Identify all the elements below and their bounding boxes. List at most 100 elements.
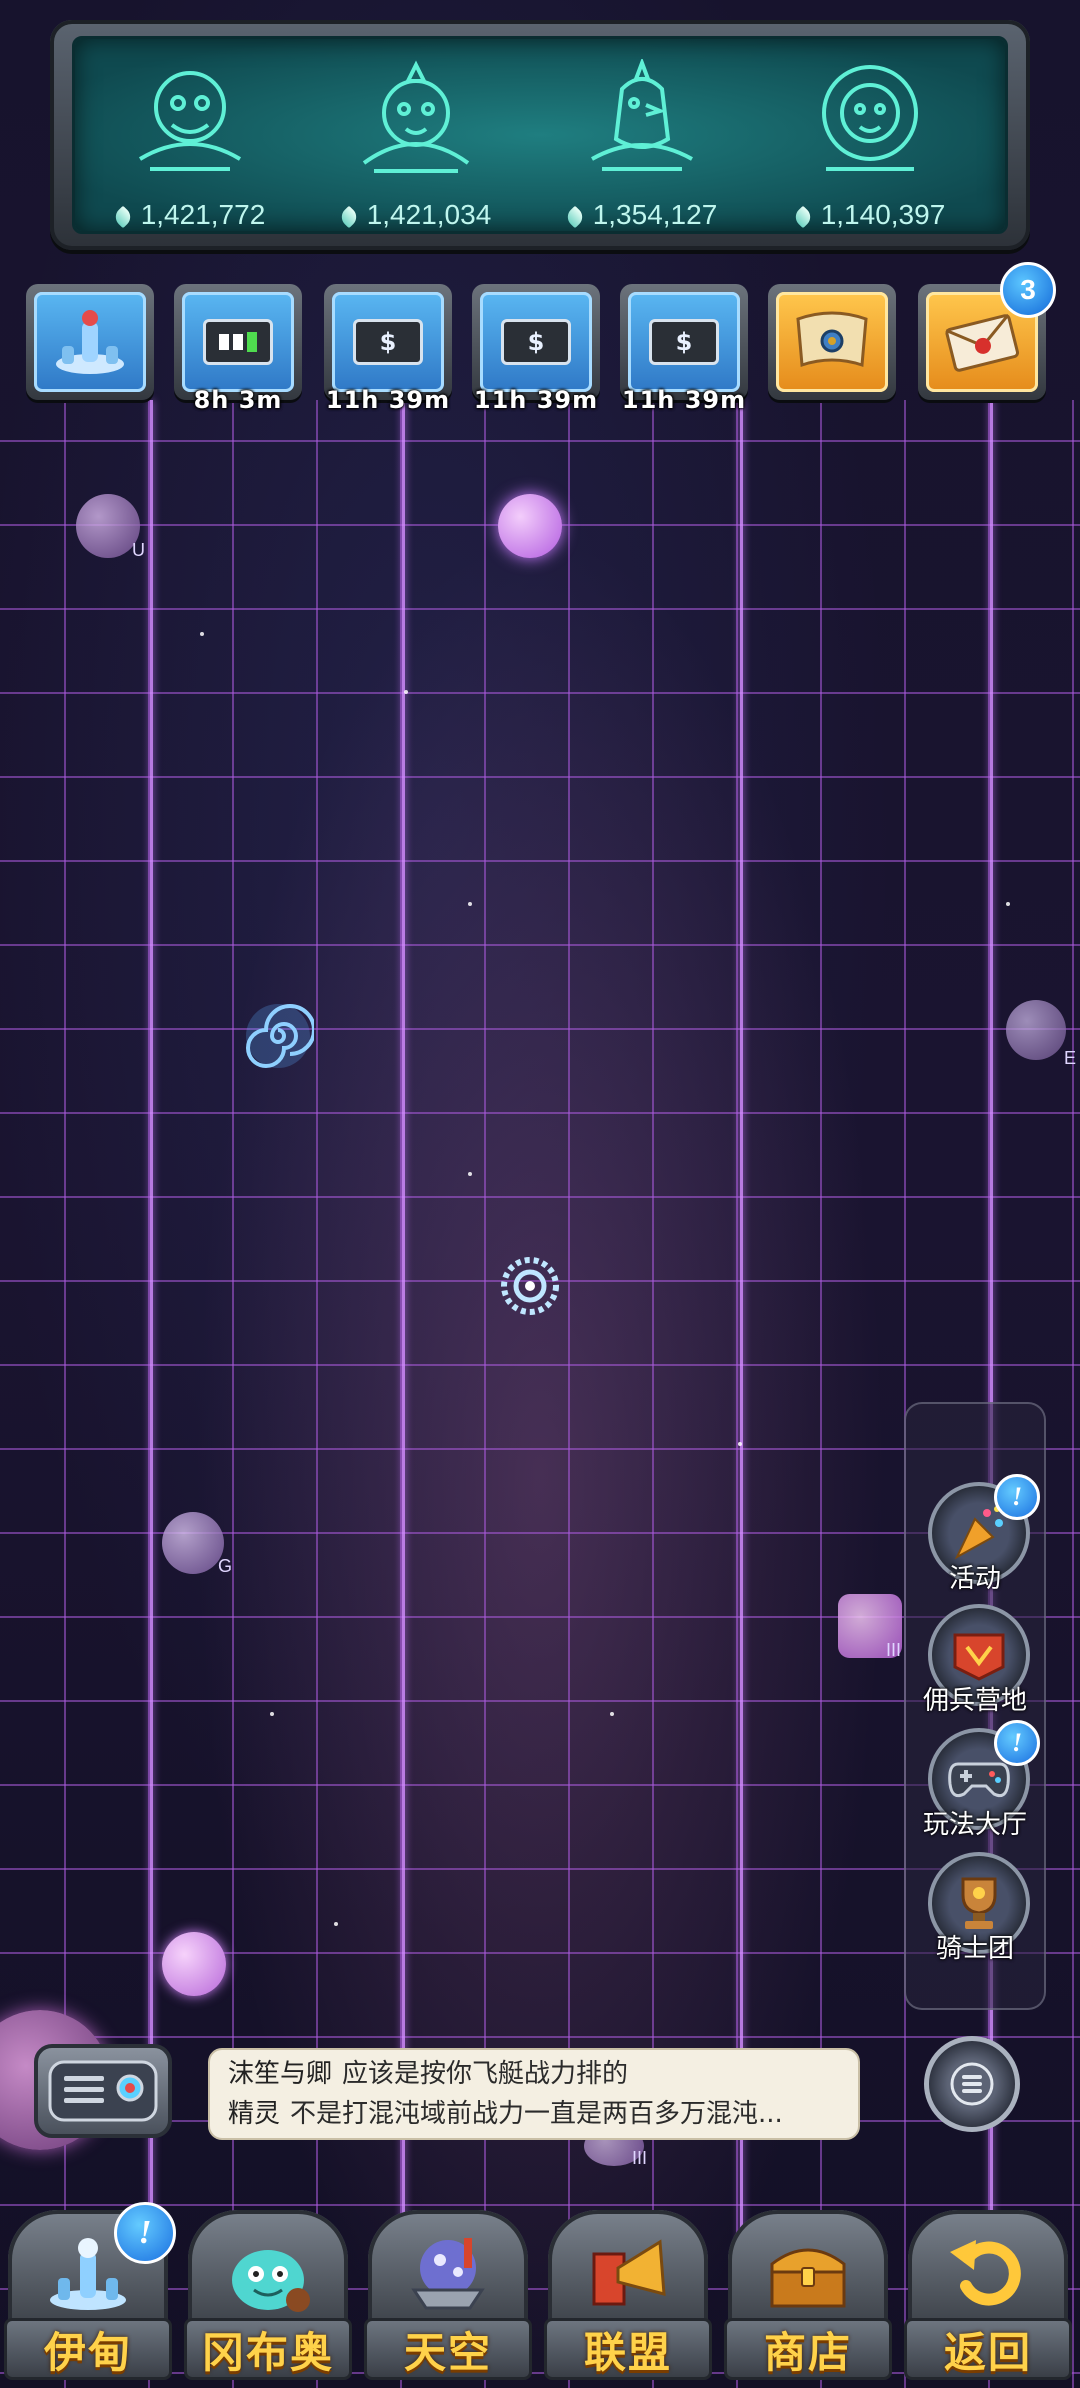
bird-emblem-icon <box>591 59 693 171</box>
star <box>1006 902 1010 906</box>
battery-dollar-icon: $ <box>649 319 719 365</box>
planet-label: E <box>1064 1048 1077 1068</box>
ringed-planet[interactable] <box>162 1932 226 1996</box>
monkey-emblem-icon <box>138 71 242 171</box>
nav-label: 天空 <box>364 2318 532 2380</box>
chat-sender: 精灵 <box>228 2099 281 2129</box>
game-hall-button[interactable]: ! 玩法大厅 <box>906 1720 1044 1848</box>
return-arrow-icon <box>950 2240 1021 2306</box>
star <box>468 902 472 906</box>
planet[interactable] <box>1006 1000 1066 1060</box>
tile-face: $ <box>628 292 740 392</box>
rank-power-value: 1,354,127 <box>592 199 718 230</box>
gumball-icon <box>232 2250 310 2312</box>
mail-count-badge: 3 <box>1000 262 1056 318</box>
side-item-label: 玩法大厅 <box>922 1810 1027 1840</box>
star <box>200 632 204 636</box>
rank-power: 1,421,772 <box>75 199 305 231</box>
chat-line: 沫笙与卿 应该是按你飞艇战力排的 <box>228 2054 840 2094</box>
warp-gate-icon[interactable] <box>500 1256 560 1316</box>
star <box>404 690 408 694</box>
planet-label: III <box>632 2148 648 2168</box>
battery-charging-icon <box>203 319 273 365</box>
sword-icon <box>111 205 135 228</box>
rank-power-value: 1,421,772 <box>140 199 266 230</box>
side-item-label: 佣兵营地 <box>922 1686 1027 1716</box>
planet[interactable] <box>162 1512 224 1574</box>
alert-badge: ! <box>994 1474 1040 1520</box>
radio-icon <box>48 2060 158 2122</box>
nav-eden[interactable]: ! 伊甸 <box>4 2202 176 2380</box>
nav-alliance[interactable]: 联盟 <box>544 2210 712 2380</box>
treasure-map-icon <box>796 311 868 368</box>
ranking-screen: 1,421,772 1,421,034 1,354,127 1,140,397 <box>72 36 1008 234</box>
rank-entry-3[interactable]: 1,354,127 <box>527 39 757 231</box>
rank-entry-4[interactable]: 1,140,397 <box>755 39 985 231</box>
tile-face <box>182 292 294 392</box>
rank-entry-1[interactable]: 1,421,772 <box>75 39 305 231</box>
list-menu-icon <box>950 2062 994 2106</box>
knights-guild-button[interactable]: 骑士团 <box>906 1852 1044 1972</box>
rank-entry-2[interactable]: 1,421,034 <box>301 39 531 231</box>
events-button[interactable]: ! 活动 <box>906 1474 1044 1602</box>
side-menu: ! 活动 佣兵营地 ! 玩法大厅 骑士团 <box>904 1402 1046 2010</box>
nav-label: 联盟 <box>544 2318 712 2380</box>
nav-gumball[interactable]: 冈布奥 <box>184 2210 352 2380</box>
battery-dollar-icon: $ <box>501 319 571 365</box>
planet-label: G <box>218 1556 233 1576</box>
sword-icon <box>791 205 815 228</box>
rank-power: 1,140,397 <box>755 199 985 231</box>
alert-badge: ! <box>994 1720 1040 1766</box>
sky-ship-icon <box>411 2238 485 2310</box>
star <box>270 1712 274 1716</box>
station-icon <box>56 310 124 374</box>
dollar-task-button[interactable]: $ 11h 39m <box>620 284 748 414</box>
nav-label: 返回 <box>904 2318 1072 2380</box>
tile-face: $ <box>332 292 444 392</box>
ranking-banner[interactable]: 1,421,772 1,421,034 1,354,127 1,140,397 <box>50 20 1030 250</box>
task-timer: 11h 39m <box>325 386 451 414</box>
star <box>610 1712 614 1716</box>
charging-task-button[interactable]: 8h 3m <box>174 284 302 414</box>
star <box>334 1922 338 1926</box>
tile-face <box>776 292 888 392</box>
lion-emblem-icon <box>822 65 918 171</box>
task-timer: 8h 3m <box>193 386 283 414</box>
star <box>468 1172 472 1176</box>
mail-button[interactable]: 3 <box>918 262 1056 400</box>
menu-toggle-button[interactable] <box>924 2036 1020 2132</box>
rank-power: 1,354,127 <box>527 199 757 231</box>
side-item-label: 活动 <box>948 1564 1001 1594</box>
nav-label: 冈布奥 <box>184 2318 352 2380</box>
bear-emblem-icon <box>362 60 470 173</box>
side-item-label: 骑士团 <box>935 1934 1014 1964</box>
dollar-task-button[interactable]: $ 11h 39m <box>472 284 600 414</box>
nav-return[interactable]: 返回 <box>904 2210 1072 2380</box>
task-timer: 11h 39m <box>621 386 747 414</box>
sword-icon <box>337 205 361 228</box>
mercenary-camp-button[interactable]: 佣兵营地 <box>906 1604 1044 1724</box>
station-task-button[interactable] <box>26 284 154 400</box>
chat-line: 精灵 不是打混沌域前战力一直是两百多万混沌... <box>228 2094 840 2134</box>
treasure-map-button[interactable] <box>768 284 896 400</box>
nav-shop[interactable]: 商店 <box>724 2210 892 2380</box>
chat-message: 应该是按你飞艇战力排的 <box>342 2059 629 2089</box>
tile-face: $ <box>480 292 592 392</box>
charge-bars <box>219 332 257 352</box>
planet-label: U <box>132 540 145 560</box>
treasure-chest-icon <box>770 2248 846 2308</box>
task-timer: 11h 39m <box>473 386 599 414</box>
planet[interactable] <box>76 494 140 558</box>
planet[interactable] <box>498 494 562 558</box>
chat-button[interactable] <box>34 2044 172 2138</box>
battery-dollar-icon: $ <box>353 319 423 365</box>
dollar-task-button[interactable]: $ 11h 39m <box>324 284 452 414</box>
nav-sky[interactable]: 天空 <box>364 2210 532 2380</box>
nav-label: 商店 <box>724 2318 892 2380</box>
horn-icon <box>592 2239 666 2306</box>
chat-message: 不是打混沌域前战力一直是两百多万混沌... <box>290 2099 783 2129</box>
swirl-portal-icon[interactable] <box>242 1000 314 1072</box>
alert-badge: ! <box>114 2202 176 2264</box>
chat-preview[interactable]: 沫笙与卿 应该是按你飞艇战力排的 精灵 不是打混沌域前战力一直是两百多万混沌... <box>208 2048 860 2140</box>
gamepad-icon <box>948 1762 1010 1798</box>
